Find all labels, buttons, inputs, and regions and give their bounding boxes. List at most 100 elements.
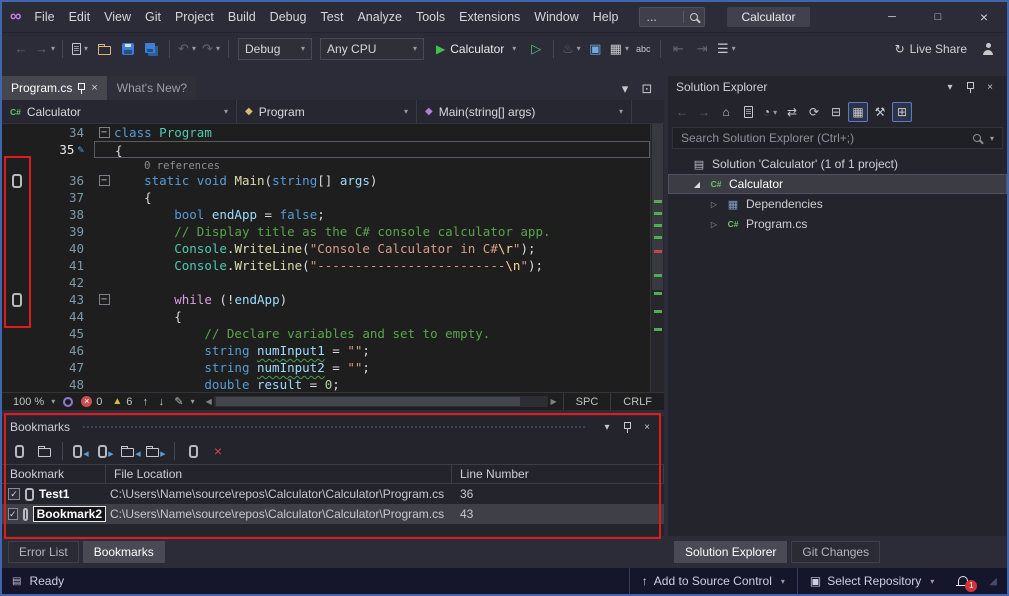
member-dropdown[interactable]: ◆Main(string[] args)▾ (417, 100, 632, 123)
save-icon[interactable] (117, 38, 139, 60)
next-issue-icon[interactable]: ↓ (153, 394, 169, 410)
pin-icon[interactable] (78, 83, 85, 90)
bookmark-checkbox[interactable]: ✓ (8, 508, 18, 520)
scrollbar-thumb[interactable] (652, 124, 663, 290)
panel-tab-solution-explorer[interactable]: Solution Explorer (674, 541, 787, 563)
expander-open-icon[interactable]: ◢ (691, 180, 703, 189)
close-button[interactable]: × (961, 2, 1007, 32)
panel-tab-error-list[interactable]: Error List (8, 541, 79, 563)
menu-edit[interactable]: Edit (62, 6, 98, 28)
fold-margin[interactable] (94, 325, 114, 342)
error-indicator[interactable]: 0 (76, 393, 107, 410)
undo-icon[interactable]: ↶▾ (176, 38, 198, 60)
tree-item-dependencies[interactable]: ▷▦Dependencies (668, 194, 1007, 214)
bookmark-margin[interactable] (2, 240, 32, 257)
menu-extensions[interactable]: Extensions (452, 6, 527, 28)
menu-debug[interactable]: Debug (263, 6, 314, 28)
collapse-all-icon[interactable]: ⊟ (826, 102, 846, 122)
preview-selected-items-icon[interactable]: ▦ (848, 102, 868, 122)
quick-search-input[interactable]: ... (639, 7, 705, 27)
window-layout-icon[interactable]: ▦▾ (608, 38, 630, 60)
active-files-dropdown-icon[interactable]: ▾ (614, 78, 636, 100)
forward-icon[interactable]: → (694, 102, 714, 122)
float-window-icon[interactable]: ⊡ (636, 78, 658, 100)
code-text[interactable]: string numInput2 = ""; (114, 359, 650, 376)
line-ending-indicator[interactable]: CRLF (610, 393, 664, 410)
bookmark-margin[interactable] (2, 308, 32, 325)
expander-closed-icon[interactable]: ▷ (708, 200, 720, 209)
bookmark-icon[interactable] (12, 174, 22, 188)
solution-configuration-dropdown[interactable]: Debug▾ (238, 38, 312, 60)
spell-checker-icon[interactable]: abc (632, 38, 654, 60)
fold-margin[interactable]: − (94, 172, 114, 189)
tree-item-solution[interactable]: ▤Solution 'Calculator' (1 of 1 project) (668, 154, 1007, 174)
fold-margin[interactable] (94, 308, 114, 325)
bookmark-checkbox[interactable]: ✓ (8, 488, 20, 500)
bookmark-icon[interactable] (12, 293, 22, 307)
bookmark-margin[interactable] (2, 189, 32, 206)
bookmark-margin[interactable] (2, 158, 32, 172)
bookmark-row-test1[interactable]: ✓Test1C:\Users\Name\source\repos\Calcula… (2, 484, 664, 504)
toggle-bookmark-icon[interactable] (8, 440, 30, 462)
project-dropdown[interactable]: C#Calculator▾ (2, 100, 237, 123)
bookmark-margin[interactable] (2, 342, 32, 359)
fold-margin[interactable] (94, 240, 114, 257)
vertical-scrollbar[interactable] (650, 124, 664, 392)
tree-item-project-calculator[interactable]: ◢C#Calculator (668, 174, 1007, 194)
code-text[interactable]: 0 references (114, 158, 650, 172)
next-bookmark-icon[interactable]: ▶ (95, 440, 117, 462)
indent-increase-icon[interactable]: ⇥ (691, 38, 713, 60)
scroll-right-icon[interactable]: ▶ (550, 397, 556, 406)
properties-icon[interactable]: ⚒ (870, 102, 890, 122)
expander-closed-icon[interactable]: ▷ (708, 220, 720, 229)
background-tasks-icon[interactable]: ▤ (12, 576, 21, 587)
feedback-icon[interactable] (977, 38, 999, 60)
previous-issue-icon[interactable]: ↑ (137, 394, 153, 410)
fold-margin[interactable] (94, 189, 114, 206)
fold-margin[interactable] (94, 274, 114, 291)
close-tab-icon[interactable]: × (91, 82, 97, 94)
zoom-control[interactable]: 100 %▾ (8, 393, 60, 410)
code-text[interactable]: class Program (114, 124, 650, 141)
tab-what-s-new[interactable]: What's New? (108, 76, 196, 100)
menu-window[interactable]: Window (527, 6, 585, 28)
delete-icon[interactable]: × (207, 440, 229, 462)
select-repository-button[interactable]: ▣ Select Repository ▾ (797, 568, 946, 594)
start-debugging-button[interactable]: ▶Calculator▾ (429, 38, 523, 60)
code-text[interactable]: double result = 0; (114, 376, 650, 392)
search-icon[interactable] (973, 134, 981, 142)
code-text[interactable]: Console.WriteLine("---------------------… (114, 257, 650, 274)
pending-changes-filter-icon[interactable]: ◔▾ (760, 102, 780, 122)
visual-studio-logo-icon[interactable]: ∞ (10, 8, 21, 26)
bookmark-margin[interactable] (2, 325, 32, 342)
back-icon[interactable]: ← (672, 102, 692, 122)
menu-view[interactable]: View (97, 6, 138, 28)
toggle-all-bookmarks-icon[interactable] (182, 440, 204, 462)
menu-file[interactable]: File (27, 6, 61, 28)
home-icon[interactable]: ⌂ (716, 102, 736, 122)
document-health-icon[interactable] (60, 394, 76, 410)
warning-indicator[interactable]: ▲6 (107, 393, 137, 410)
previous-bookmark-in-folder-icon[interactable]: ◀ (120, 440, 142, 462)
code-text[interactable]: // Declare variables and set to empty. (114, 325, 650, 342)
menu-build[interactable]: Build (221, 6, 263, 28)
bookmark-margin[interactable] (2, 124, 32, 141)
fold-margin[interactable] (94, 376, 114, 392)
bookmarks-panel-header[interactable]: Bookmarks ▾× (2, 416, 664, 438)
pin-icon[interactable] (618, 418, 636, 436)
fold-margin[interactable] (94, 223, 114, 240)
panel-tab-bookmarks[interactable]: Bookmarks (83, 541, 165, 563)
code-text[interactable]: while (!endApp) (114, 291, 650, 308)
indent-decrease-icon[interactable]: ⇤ (667, 38, 689, 60)
code-text[interactable] (114, 274, 650, 291)
code-cleanup-button[interactable]: ✎▾ (169, 393, 199, 410)
hot-reload-icon[interactable]: ♨▾ (560, 38, 582, 60)
fold-margin[interactable] (94, 257, 114, 274)
column-header-line-number[interactable]: Line Number (452, 465, 664, 483)
window-position-icon[interactable]: ▾ (598, 418, 616, 436)
scrollbar-thumb[interactable] (216, 397, 521, 406)
fold-margin[interactable]: − (94, 124, 114, 141)
new-folder-icon[interactable] (33, 440, 55, 462)
code-text[interactable]: { (115, 142, 649, 157)
code-editor[interactable]: 34−class Program35✎{ 0 references36− sta… (2, 124, 664, 392)
